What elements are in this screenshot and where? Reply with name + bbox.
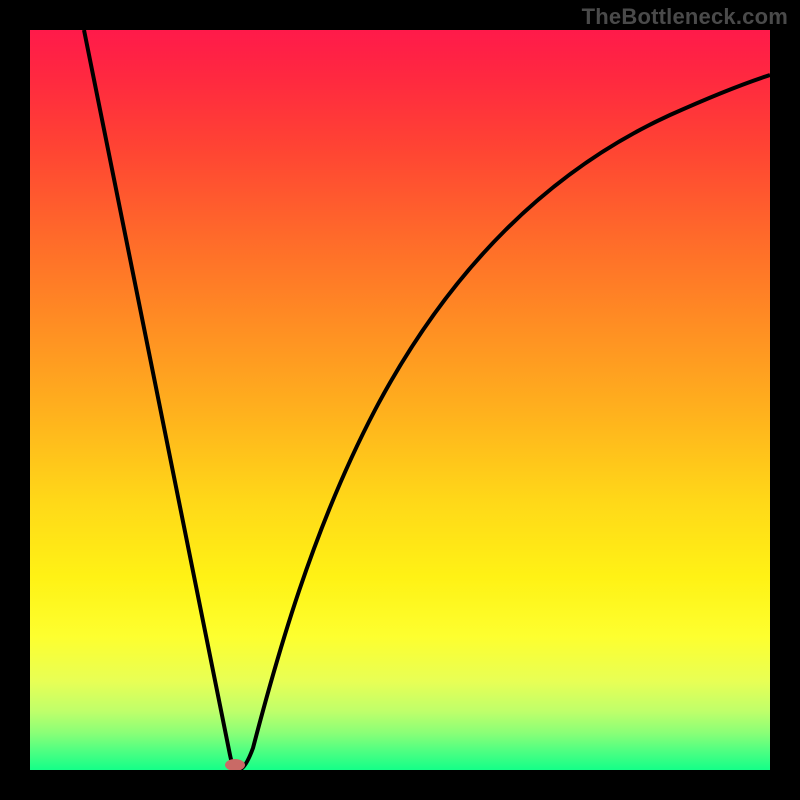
optimum-marker	[225, 759, 245, 770]
chart-frame: TheBottleneck.com	[0, 0, 800, 800]
watermark-text: TheBottleneck.com	[582, 4, 788, 30]
bottleneck-curve	[30, 30, 770, 770]
curve-path	[84, 30, 770, 770]
plot-area	[30, 30, 770, 770]
